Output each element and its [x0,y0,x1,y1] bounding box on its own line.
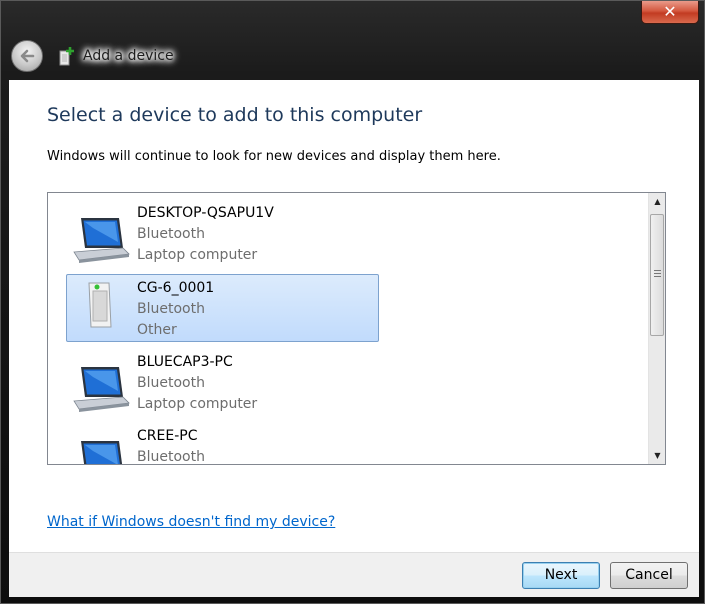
device-list[interactable]: DESKTOP-QSAPU1V Bluetooth Laptop compute… [47,192,666,465]
add-device-icon [59,47,74,66]
back-arrow-icon [20,49,35,63]
laptop-icon [73,218,130,263]
window-title: Add a device [83,48,174,64]
next-button[interactable]: Next [522,562,600,589]
cancel-button[interactable]: Cancel [610,562,688,589]
device-item[interactable]: BLUECAP3-PC Bluetooth Laptop computer [66,348,379,416]
dialog-footer: Next Cancel [9,552,699,597]
vertical-scrollbar[interactable]: ▲ ▼ [648,193,665,464]
device-item-selected[interactable]: CG-6_0001 Bluetooth Other [66,274,379,342]
device-name: BLUECAP3-PC [137,354,233,370]
page-description: Windows will continue to look for new de… [47,149,501,164]
help-link[interactable]: What if Windows doesn't find my device? [47,514,335,530]
device-connection: Bluetooth [137,375,205,391]
add-device-window: ✕ Add a device Select a device to add to… [0,0,705,604]
close-icon: ✕ [663,2,677,21]
generic-device-icon [88,282,112,328]
content-area: Select a device to add to this computer … [9,80,699,552]
close-button[interactable]: ✕ [641,1,699,24]
scroll-thumb[interactable] [650,214,664,336]
back-button[interactable] [11,40,43,72]
grip-icon [654,270,661,279]
device-connection: Bluetooth [137,226,205,242]
device-name: CG-6_0001 [137,280,215,296]
device-connection: Bluetooth [137,449,205,465]
device-item[interactable]: CREE-PC Bluetooth [66,422,379,465]
device-type: Laptop computer [137,396,258,412]
device-type: Other [137,322,177,338]
device-connection: Bluetooth [137,301,205,317]
device-name: CREE-PC [137,428,198,444]
laptop-icon [73,367,130,412]
laptop-icon [81,441,123,464]
scroll-down-arrow-icon[interactable]: ▼ [649,447,665,464]
device-item[interactable]: DESKTOP-QSAPU1V Bluetooth Laptop compute… [66,199,379,267]
device-type: Laptop computer [137,247,258,263]
scroll-up-arrow-icon[interactable]: ▲ [649,193,665,210]
page-heading: Select a device to add to this computer [47,104,423,126]
device-name: DESKTOP-QSAPU1V [137,205,274,221]
